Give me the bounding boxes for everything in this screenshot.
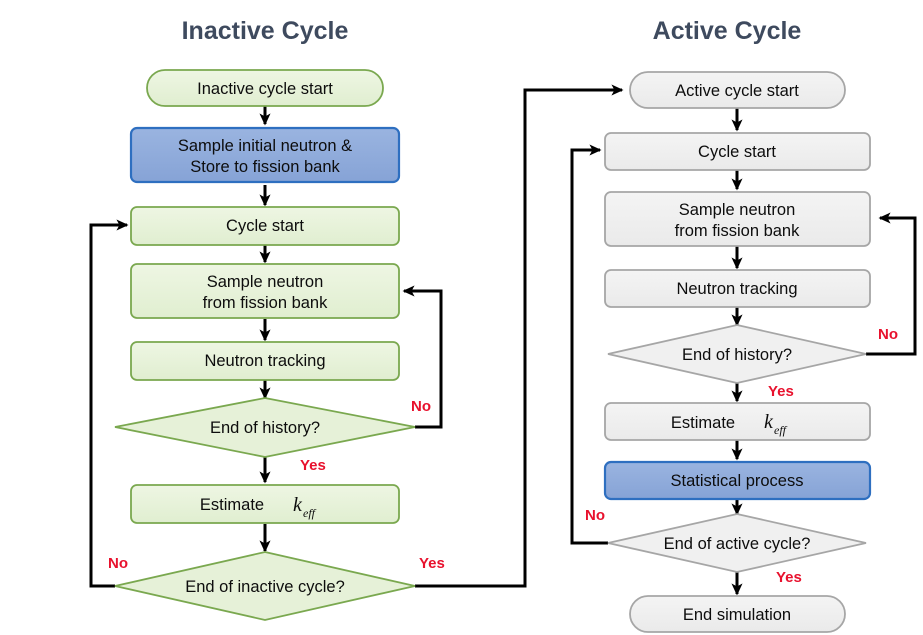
node-active-estimate-keff[interactable]: Estimate k eff bbox=[604, 402, 871, 441]
edge-label-inactive-cycle-yes: Yes bbox=[419, 555, 445, 572]
node-label-line1: Sample neutron bbox=[207, 273, 324, 291]
node-inactive-estimate-keff[interactable]: Estimate k eff bbox=[130, 484, 400, 524]
node-active-neutron-tracking[interactable]: Neutron tracking bbox=[604, 269, 871, 308]
edge-label-history-no-right: No bbox=[878, 326, 898, 343]
node-end-simulation[interactable]: End simulation bbox=[629, 595, 846, 633]
process-shape bbox=[604, 402, 871, 441]
node-label-line2: from fission bank bbox=[203, 294, 328, 312]
keff-subscript: eff bbox=[303, 506, 317, 520]
node-label: Cycle start bbox=[698, 143, 776, 161]
node-sample-initial-neutron[interactable]: Sample initial neutron & Store to fissio… bbox=[129, 126, 401, 184]
edge-label-history-yes-left: Yes bbox=[300, 457, 326, 474]
node-label: End simulation bbox=[683, 606, 791, 624]
node-label-line2: from fission bank bbox=[675, 222, 800, 240]
node-label-line1: Sample initial neutron & bbox=[178, 137, 352, 155]
node-inactive-sample-neutron[interactable]: Sample neutron from fission bank bbox=[130, 263, 400, 319]
node-label: End of history? bbox=[210, 419, 320, 437]
node-label: End of active cycle? bbox=[664, 535, 811, 553]
node-label: Statistical process bbox=[671, 472, 804, 490]
keff-symbol: k bbox=[764, 411, 774, 433]
node-label-line1: Sample neutron bbox=[679, 201, 796, 219]
node-active-cycle-start[interactable]: Active cycle start bbox=[629, 71, 846, 109]
node-label: Active cycle start bbox=[675, 82, 799, 100]
edge-label-active-cycle-no: No bbox=[585, 507, 605, 524]
node-label: Neutron tracking bbox=[204, 352, 325, 370]
node-label: End of history? bbox=[682, 346, 792, 364]
node-label: End of inactive cycle? bbox=[185, 578, 345, 596]
flowchart-canvas: Inactive Cycle Active Cycle Inactive cyc… bbox=[0, 0, 923, 635]
edge-label-inactive-cycle-no: No bbox=[108, 555, 128, 572]
node-inactive-neutron-tracking[interactable]: Neutron tracking bbox=[130, 341, 400, 381]
node-label: Estimate bbox=[671, 414, 735, 432]
node-label-line2: Store to fission bank bbox=[190, 158, 340, 176]
node-label: Neutron tracking bbox=[676, 280, 797, 298]
keff-subscript: eff bbox=[774, 423, 788, 437]
process-shape bbox=[130, 484, 400, 524]
edge-label-history-no-left: No bbox=[411, 398, 431, 415]
edge-label-history-yes-right: Yes bbox=[768, 383, 794, 400]
node-label: Estimate bbox=[200, 496, 264, 514]
title-inactive-cycle: Inactive Cycle bbox=[182, 17, 349, 45]
node-label: Cycle start bbox=[226, 217, 304, 235]
node-active-cycle-start-box[interactable]: Cycle start bbox=[604, 132, 871, 171]
node-inactive-cycle-start-box[interactable]: Cycle start bbox=[130, 206, 400, 246]
node-statistical-process[interactable]: Statistical process bbox=[603, 460, 872, 501]
edge-label-active-cycle-yes: Yes bbox=[776, 569, 802, 586]
node-inactive-cycle-start[interactable]: Inactive cycle start bbox=[146, 69, 384, 107]
keff-symbol: k bbox=[293, 494, 303, 516]
node-active-sample-neutron[interactable]: Sample neutron from fission bank bbox=[604, 191, 871, 247]
node-label: Inactive cycle start bbox=[197, 80, 333, 98]
title-active-cycle: Active Cycle bbox=[653, 17, 802, 45]
